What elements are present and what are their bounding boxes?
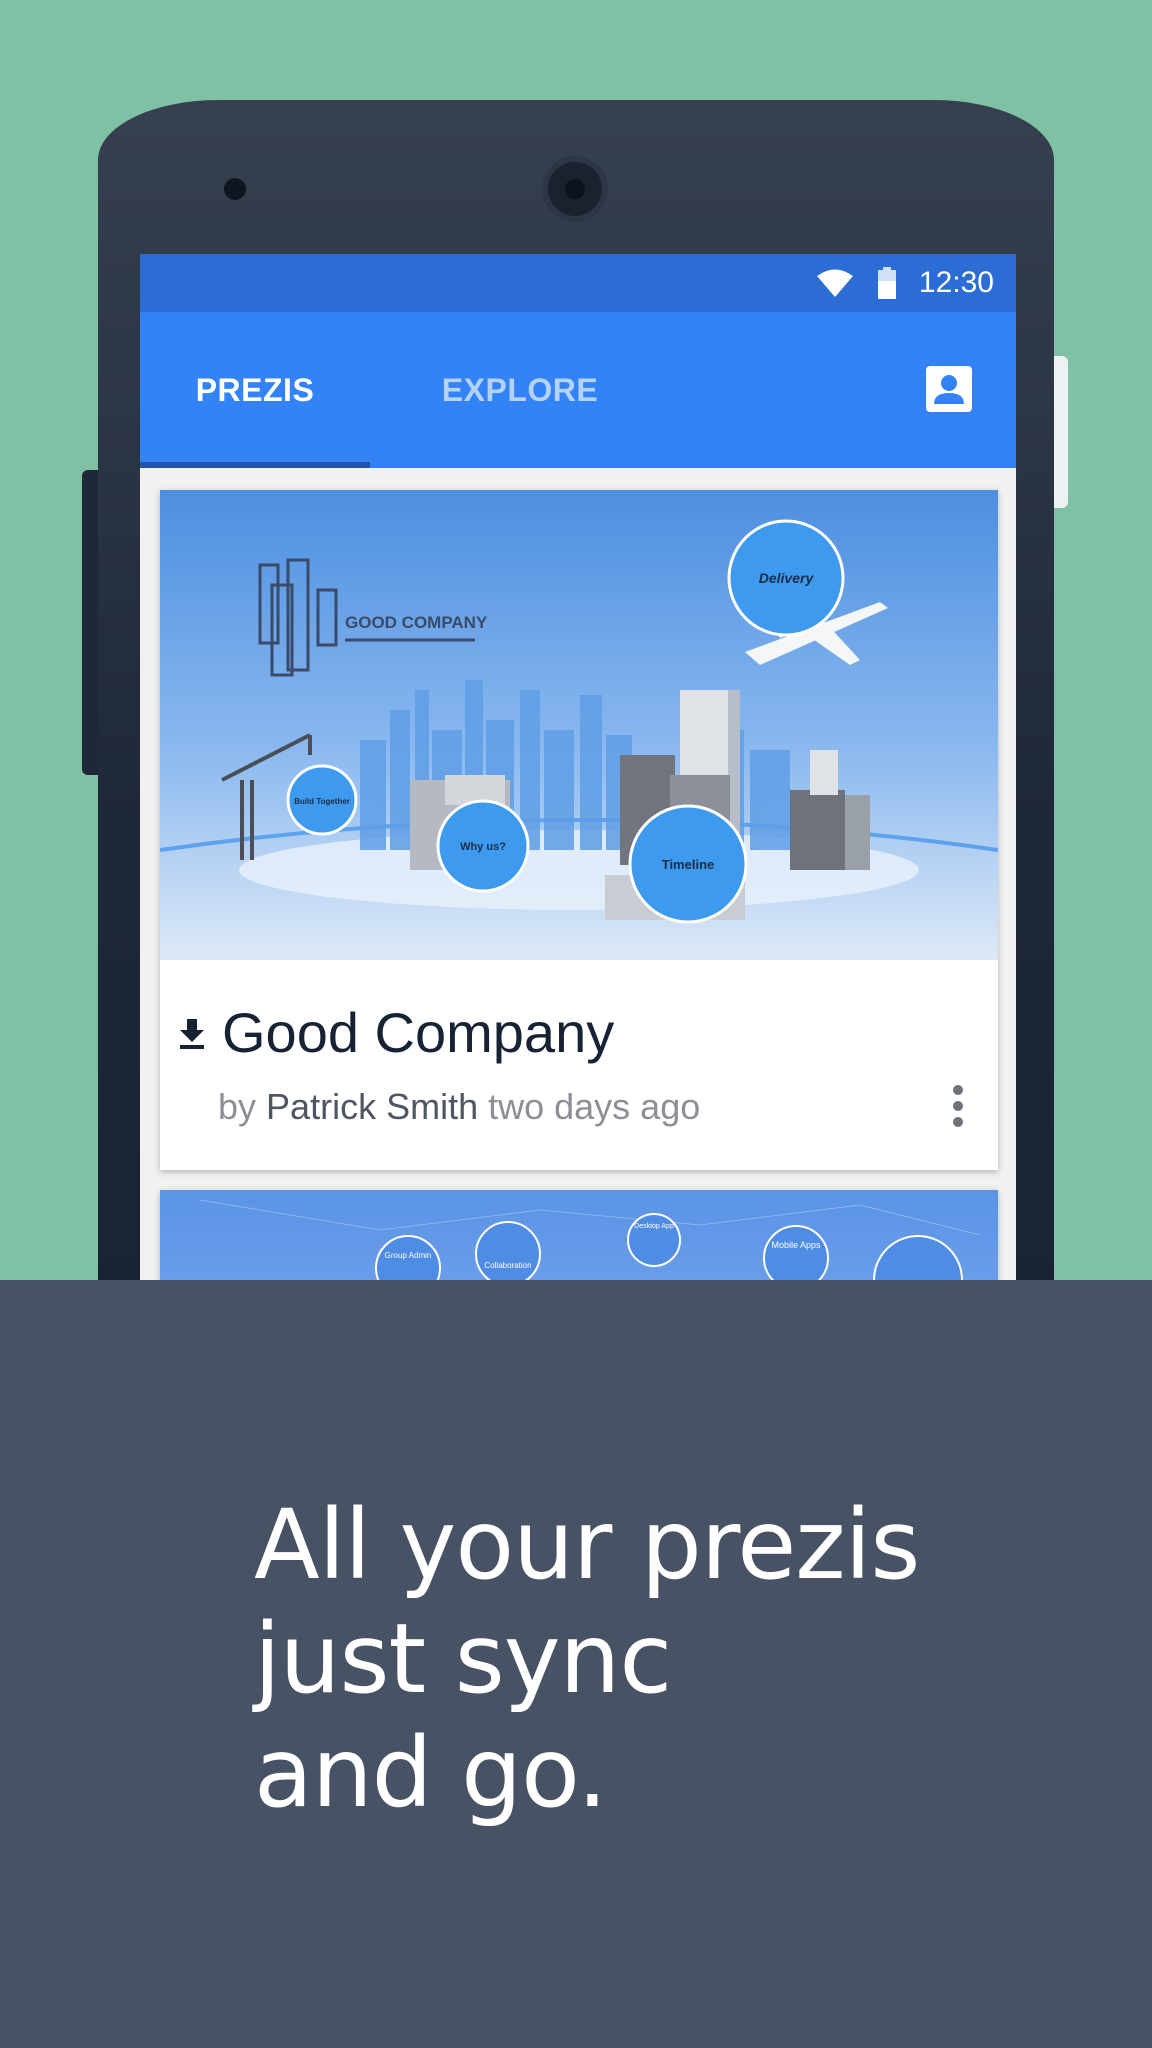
card-title[interactable]: Good Company bbox=[222, 1000, 614, 1065]
tagline: All your prezis just sync and go. bbox=[254, 1488, 920, 1830]
tagline-line-3: and go. bbox=[254, 1717, 608, 1829]
wifi-icon bbox=[815, 267, 855, 299]
thumbnail-delivery-label: Delivery bbox=[759, 570, 815, 586]
app-bar: PREZIS EXPLORE bbox=[140, 312, 1016, 468]
tagline-line-1: All your prezis bbox=[254, 1489, 920, 1601]
thumbnail-timeline-label: Timeline bbox=[662, 857, 715, 872]
status-time: 12:30 bbox=[918, 266, 994, 299]
tab-explore[interactable]: EXPLORE bbox=[410, 312, 630, 468]
by-label: by bbox=[218, 1086, 257, 1127]
author-name: Patrick Smith bbox=[266, 1086, 479, 1127]
prezi-card-2[interactable]: Group Admin Collaboration Desktop App Mo… bbox=[160, 1190, 998, 1280]
thumbnail2-collab-label: Collaboration bbox=[484, 1261, 531, 1270]
tagline-line-2: just sync bbox=[254, 1603, 672, 1715]
phone-sensor bbox=[224, 178, 246, 200]
tab-indicator bbox=[140, 462, 370, 468]
card-meta: by Patrick Smith two days ago bbox=[218, 1086, 700, 1128]
tab-prezis[interactable]: PREZIS bbox=[140, 312, 370, 468]
thumbnail-build-label: Build Together bbox=[294, 797, 350, 806]
download-icon bbox=[178, 1017, 206, 1049]
bottom-panel: All your prezis just sync and go. bbox=[0, 1280, 1152, 2048]
card-title-row: Good Company bbox=[178, 1000, 614, 1065]
thumbnail2-desktop-label: Desktop App bbox=[634, 1223, 674, 1230]
modified-time: two days ago bbox=[488, 1086, 701, 1127]
prezi-card[interactable]: GOOD COMPANY Delivery Build Together Why… bbox=[160, 490, 998, 1170]
thumbnail-company-label: GOOD COMPANY bbox=[345, 613, 488, 632]
more-vert-icon[interactable] bbox=[952, 1084, 964, 1128]
thumbnail-why-label: Why us? bbox=[460, 841, 506, 853]
thumbnail2-group-label: Group Admin bbox=[385, 1251, 432, 1260]
thumbnail2-mobile-label: Mobile Apps bbox=[771, 1240, 821, 1250]
phone-screen: 12:30 PREZIS EXPLORE GOOD COMPANY Delive… bbox=[140, 254, 1016, 1280]
account-box-icon[interactable] bbox=[926, 366, 972, 412]
status-bar: 12:30 bbox=[140, 254, 1016, 312]
battery-icon bbox=[877, 267, 897, 299]
camera-icon bbox=[548, 162, 602, 216]
prezi-thumbnail[interactable]: GOOD COMPANY Delivery Build Together Why… bbox=[160, 490, 998, 960]
